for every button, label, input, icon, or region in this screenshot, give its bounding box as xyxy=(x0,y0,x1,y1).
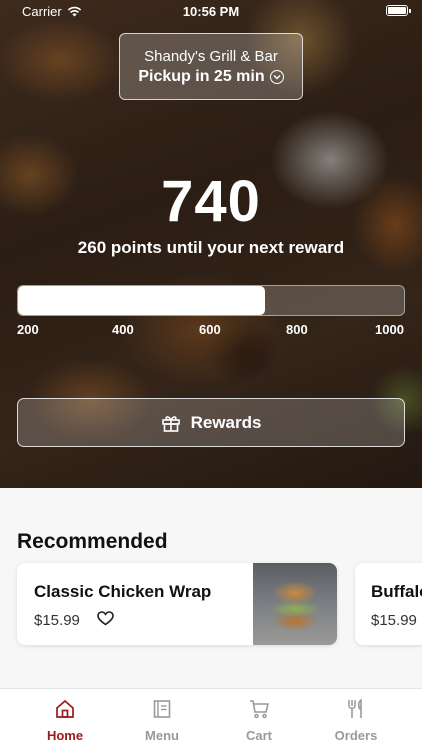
recommended-item-card[interactable]: Classic Chicken Wrap $15.99 xyxy=(17,563,337,645)
status-bar: Carrier 10:56 PM xyxy=(0,0,422,22)
orders-icon xyxy=(348,699,362,718)
tab-label: Cart xyxy=(245,728,272,743)
rewards-button[interactable]: Rewards xyxy=(17,398,405,447)
rewards-button-label: Rewards xyxy=(190,412,262,432)
tab-label: Orders xyxy=(334,728,378,743)
home-icon xyxy=(56,699,74,718)
recommended-item-card[interactable]: Buffalo $15.99 xyxy=(355,563,422,645)
tick-label: 600 xyxy=(199,322,221,337)
pickup-time-row: Pickup in 25 min xyxy=(120,68,302,86)
recommended-title: Recommended xyxy=(17,530,168,553)
item-name: Classic Chicken Wrap xyxy=(34,582,212,601)
item-price: $15.99 xyxy=(34,612,80,629)
menu-icon xyxy=(153,700,171,718)
tab-home[interactable]: Home xyxy=(17,689,113,750)
tick-label: 1000 xyxy=(375,322,404,337)
tab-cart[interactable]: Cart xyxy=(211,689,307,750)
progress-ticks: 200 400 600 800 1000 xyxy=(0,322,422,338)
heart-icon[interactable] xyxy=(97,611,114,626)
pickup-selector[interactable]: Shandy's Grill & Bar Pickup in 25 min xyxy=(119,33,303,100)
item-price: $15.99 xyxy=(371,612,417,629)
cart-icon xyxy=(250,700,269,719)
points-caption: 260 points until your next reward xyxy=(77,238,345,257)
gift-icon xyxy=(161,415,180,432)
item-photo xyxy=(253,563,337,645)
tab-label: Menu xyxy=(145,728,179,743)
clock: 10:56 PM xyxy=(182,4,240,19)
battery-icon xyxy=(386,5,411,16)
tick-label: 400 xyxy=(112,322,134,337)
tab-bar: Home Menu Cart Orders xyxy=(0,688,422,750)
tab-menu[interactable]: Menu xyxy=(114,689,210,750)
hero-background: Carrier 10:56 PM Shandy's Grill & Bar Pi… xyxy=(0,0,422,488)
tab-orders[interactable]: Orders xyxy=(308,689,404,750)
tick-label: 800 xyxy=(286,322,308,337)
item-name: Buffalo xyxy=(371,582,422,601)
tab-label: Home xyxy=(46,728,84,743)
points-progress-bar xyxy=(17,285,405,316)
points-progress-fill xyxy=(18,286,266,315)
points-balance: 740 xyxy=(161,169,261,234)
tick-label: 200 xyxy=(17,322,39,337)
store-name: Shandy's Grill & Bar xyxy=(144,48,278,65)
chevron-down-icon xyxy=(269,70,284,84)
pickup-time: Pickup in 25 min xyxy=(138,68,265,85)
